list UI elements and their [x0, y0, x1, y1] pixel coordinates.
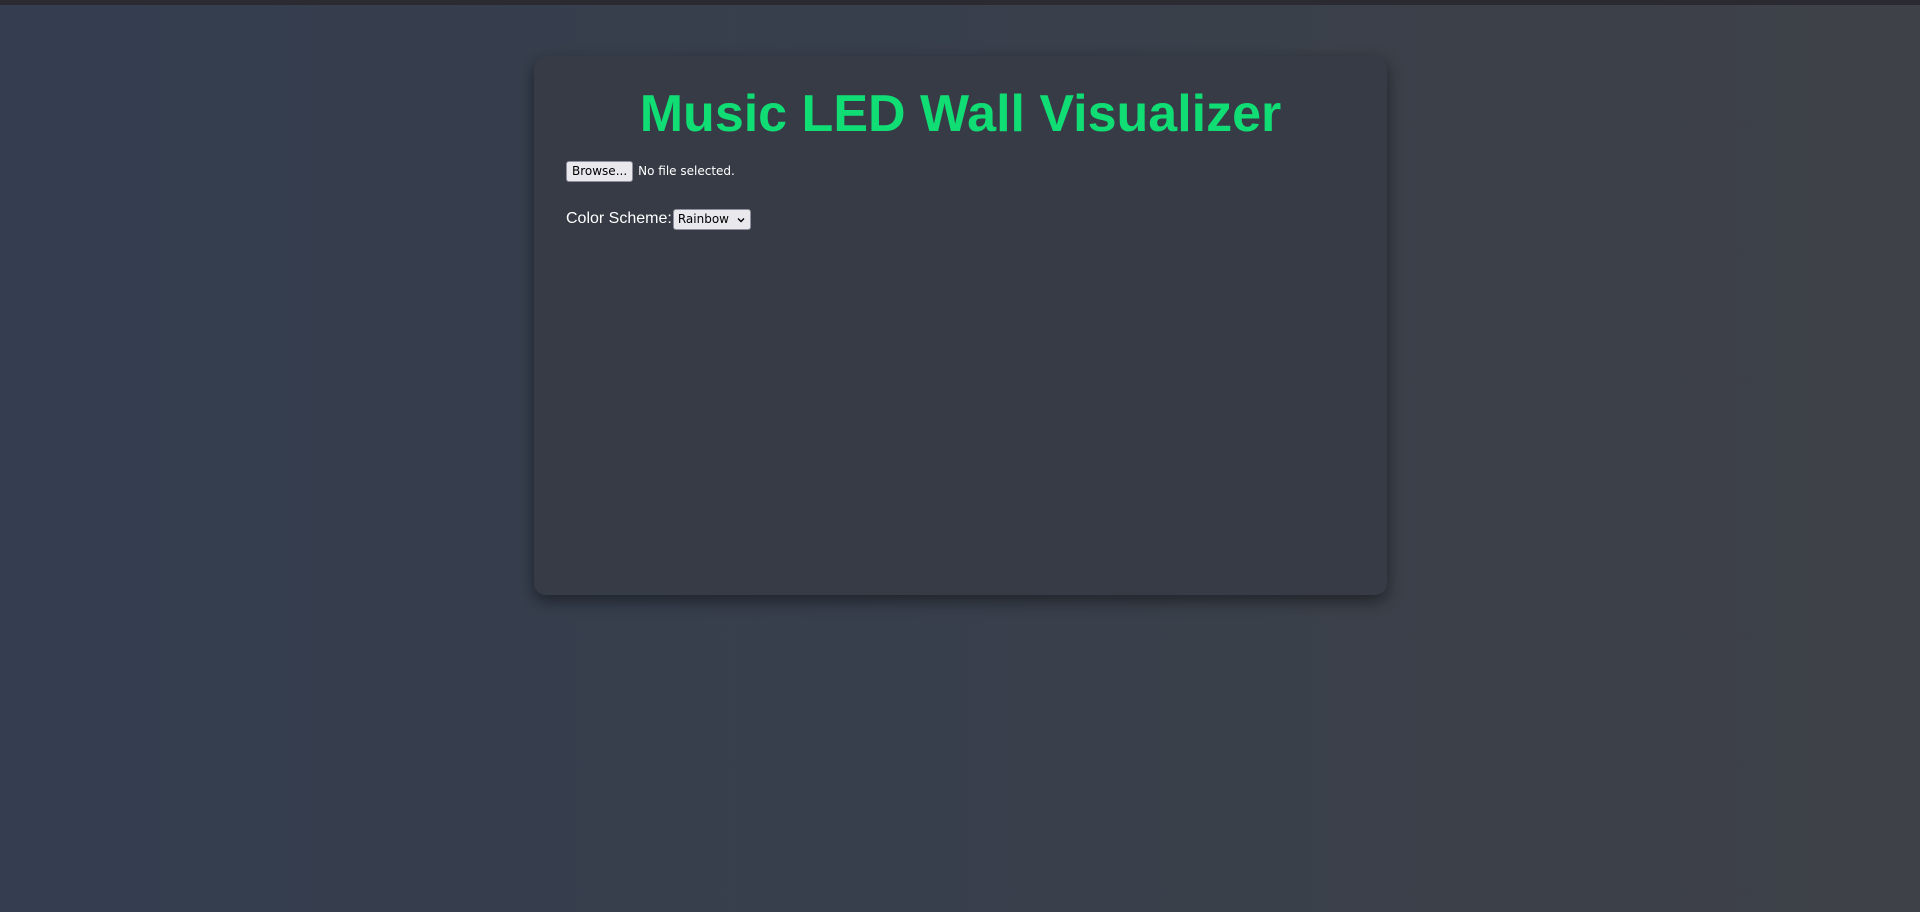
- color-scheme-selected-value: Rainbow: [677, 212, 729, 226]
- page-title: Music LED Wall Visualizer: [639, 85, 1282, 143]
- visualizer-canvas: [566, 252, 1355, 562]
- visualizer-card: Music LED Wall Visualizer Browse... No f…: [534, 56, 1387, 595]
- color-scheme-row: Color Scheme: Rainbow: [566, 208, 751, 230]
- color-scheme-select[interactable]: Rainbow: [672, 208, 751, 230]
- browse-button[interactable]: Browse...: [566, 160, 634, 182]
- file-status-text: No file selected.: [638, 164, 735, 178]
- file-input[interactable]: Browse... No file selected.: [566, 160, 735, 182]
- browser-top-strip: [0, 0, 1920, 5]
- color-scheme-label: Color Scheme:: [566, 210, 672, 227]
- chevron-down-icon: [736, 214, 746, 224]
